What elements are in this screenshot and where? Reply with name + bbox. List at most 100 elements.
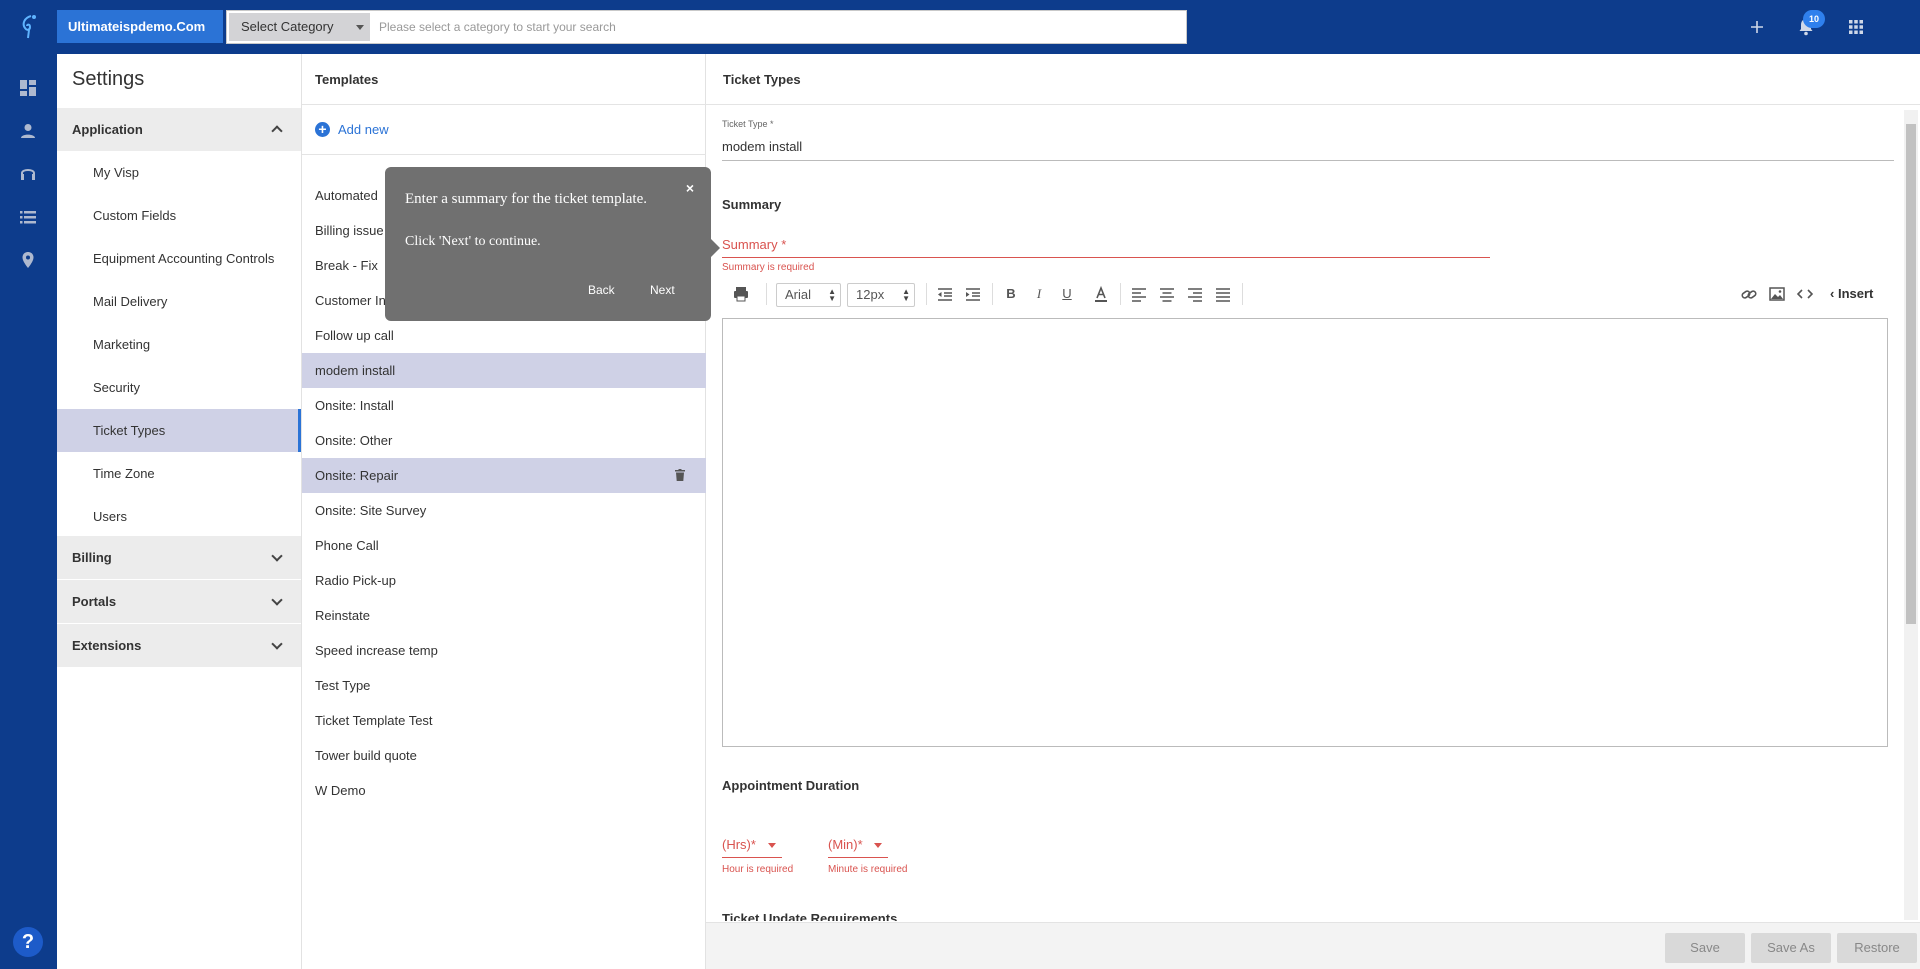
template-item[interactable]: Follow up call [302, 318, 706, 353]
section-extensions[interactable]: Extensions [57, 624, 301, 667]
settings-title: Settings [72, 68, 145, 90]
section-label: Portals [72, 594, 117, 609]
font-select[interactable]: Arial ▲ ▼ [776, 283, 841, 307]
hours-select[interactable]: (Hrs)* [722, 837, 756, 852]
summary-editor[interactable] [722, 318, 1888, 747]
toolbar-divider [926, 283, 927, 305]
template-item[interactable]: Phone Call [302, 528, 706, 563]
print-icon[interactable] [732, 283, 750, 305]
settings-item-users[interactable]: Users [57, 495, 301, 538]
insert-menu[interactable]: ‹ Insert [1830, 283, 1886, 305]
template-item[interactable]: Speed increase temp [302, 633, 706, 668]
align-center-icon[interactable] [1158, 283, 1176, 305]
ticket-type-detail: Ticket Types Ticket Type * modem install… [706, 54, 1920, 969]
scrollbar[interactable] [1904, 110, 1918, 920]
save-as-button[interactable]: Save As [1751, 933, 1831, 963]
image-icon[interactable] [1768, 283, 1786, 305]
dashboard-icon[interactable] [18, 78, 38, 98]
section-billing[interactable]: Billing [57, 536, 301, 579]
toolbar-divider [1242, 283, 1243, 305]
italic-icon[interactable]: I [1030, 283, 1048, 305]
template-item[interactable]: Test Type [302, 668, 706, 703]
template-item-selected[interactable]: modem install [302, 353, 706, 388]
minutes-select[interactable]: (Min)* [828, 837, 863, 852]
section-label: Extensions [72, 638, 142, 653]
summary-field[interactable]: Summary * [722, 237, 786, 252]
template-item[interactable]: Ticket Template Test [302, 703, 706, 738]
template-item[interactable]: Radio Pick-up [302, 563, 706, 598]
justify-icon[interactable] [1214, 283, 1232, 305]
brand-button[interactable]: Ultimateispdemo.Com [57, 10, 223, 43]
settings-item-security[interactable]: Security [57, 366, 301, 409]
section-portals[interactable]: Portals [57, 580, 301, 623]
restore-button[interactable]: Restore [1837, 933, 1917, 963]
scroll-thumb[interactable] [1906, 124, 1916, 624]
chevron-down-icon [271, 594, 283, 606]
settings-item-ticket-types[interactable]: Ticket Types [57, 409, 301, 452]
section-label: Application [72, 122, 143, 137]
brand-logo-icon[interactable] [18, 12, 40, 40]
template-item[interactable]: W Demo [302, 773, 706, 808]
tour-hint: Click 'Next' to continue. [405, 234, 541, 249]
stepper-icon: ▲ ▼ [828, 287, 836, 303]
chevron-down-icon [271, 638, 283, 650]
hours-underline [722, 857, 782, 858]
category-select[interactable]: Select Category [229, 13, 370, 41]
trash-icon[interactable] [675, 469, 685, 481]
font-size-select[interactable]: 12px ▲ ▼ [847, 283, 915, 307]
text-color-icon[interactable] [1092, 283, 1110, 305]
bold-icon[interactable]: B [1002, 283, 1020, 305]
summary-error: Summary is required [722, 262, 815, 273]
divider [302, 154, 706, 155]
chevron-down-icon [271, 550, 283, 562]
settings-item-marketing[interactable]: Marketing [57, 323, 301, 366]
outdent-icon[interactable] [936, 283, 954, 305]
settings-item-mail-delivery[interactable]: Mail Delivery [57, 280, 301, 323]
template-item[interactable]: Onsite: Install [302, 388, 706, 423]
templates-title: Templates [315, 72, 379, 87]
template-item[interactable]: Reinstate [302, 598, 706, 633]
plus-circle-icon: + [315, 121, 330, 137]
ticket-type-field[interactable]: modem install [722, 139, 802, 154]
global-search: Select Category [226, 10, 1187, 44]
section-label: Billing [72, 550, 112, 565]
help-button[interactable]: ? [13, 927, 43, 957]
align-left-icon[interactable] [1130, 283, 1148, 305]
link-icon[interactable] [1740, 283, 1758, 305]
template-item[interactable]: Onsite: Other [302, 423, 706, 458]
headset-icon[interactable] [18, 164, 38, 184]
apps-grid-icon[interactable] [1844, 15, 1868, 39]
template-item[interactable]: Onsite: Site Survey [302, 493, 706, 528]
settings-item-equipment-accounting[interactable]: Equipment Accounting Controls [57, 237, 301, 280]
settings-item-custom-fields[interactable]: Custom Fields [57, 194, 301, 237]
template-item[interactable]: Tower build quote [302, 738, 706, 773]
help-icon: ? [21, 931, 35, 953]
minutes-underline [828, 857, 888, 858]
add-new-button[interactable]: + Add new [315, 120, 389, 138]
divider [302, 104, 706, 105]
category-select-label: Select Category [241, 19, 334, 34]
search-input[interactable] [379, 13, 1179, 41]
template-item-hovered[interactable]: Onsite: Repair [302, 458, 706, 493]
settings-item-time-zone[interactable]: Time Zone [57, 452, 301, 495]
tour-back-button[interactable]: Back [588, 280, 615, 300]
map-pin-icon[interactable] [18, 250, 38, 270]
close-icon[interactable]: × [686, 180, 694, 196]
tour-next-button[interactable]: Next [650, 280, 675, 300]
chevron-up-icon [271, 125, 283, 137]
settings-item-my-visp[interactable]: My Visp [57, 151, 301, 194]
list-icon[interactable] [18, 207, 38, 227]
code-icon[interactable] [1796, 283, 1814, 305]
editor-toolbar: Arial ▲ ▼ 12px ▲ ▼ B I U ‹ Insert [722, 279, 1894, 309]
save-button[interactable]: Save [1665, 933, 1745, 963]
user-icon[interactable] [18, 121, 38, 141]
add-new-label: Add new [338, 121, 389, 137]
plus-icon[interactable] [1745, 15, 1769, 39]
align-right-icon[interactable] [1186, 283, 1204, 305]
requirements-heading: Ticket Update Requirements [722, 911, 898, 921]
section-application[interactable]: Application [57, 108, 301, 151]
stepper-icon: ▲ ▼ [902, 287, 910, 303]
top-bar: Ultimateispdemo.Com Select Category 10 [0, 0, 1920, 54]
underline-icon[interactable]: U [1058, 283, 1076, 305]
indent-icon[interactable] [964, 283, 982, 305]
